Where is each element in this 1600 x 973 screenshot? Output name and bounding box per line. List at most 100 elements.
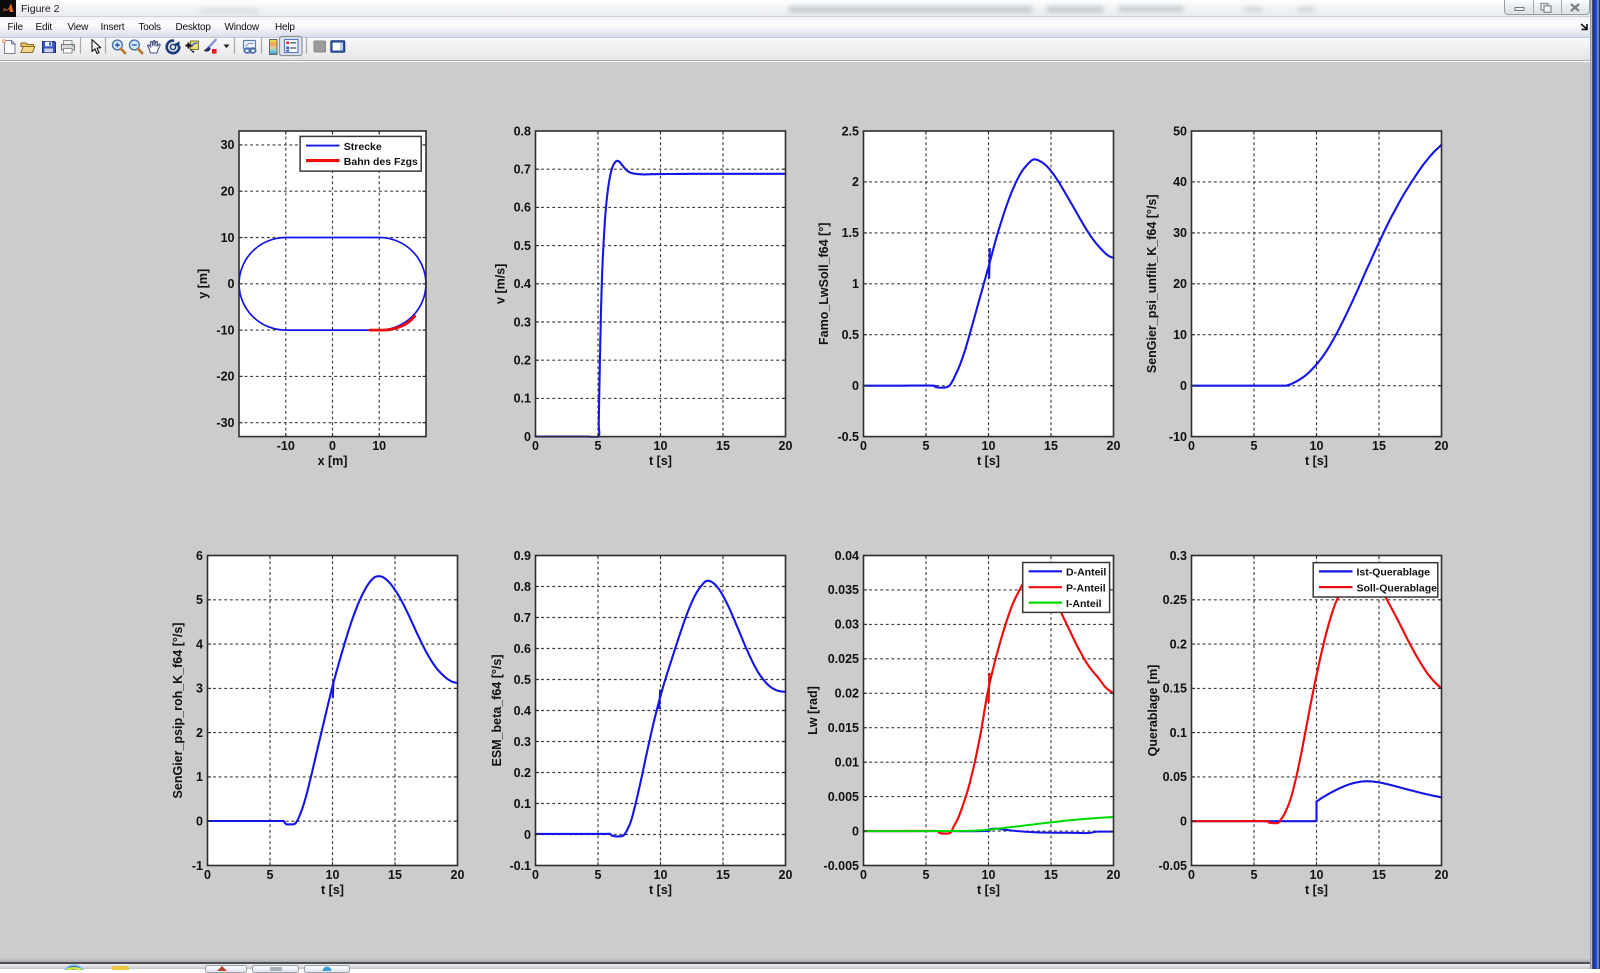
svg-text:x [m]: x [m] xyxy=(318,454,348,468)
svg-text:t [s]: t [s] xyxy=(649,883,672,897)
svg-text:0: 0 xyxy=(852,824,859,838)
svg-text:0: 0 xyxy=(196,815,203,829)
svg-text:t [s]: t [s] xyxy=(977,883,1000,897)
svg-text:0.005: 0.005 xyxy=(828,790,859,804)
svg-text:-0.1: -0.1 xyxy=(509,859,531,873)
svg-text:0: 0 xyxy=(532,868,539,882)
svg-text:15: 15 xyxy=(1372,439,1386,453)
svg-text:5: 5 xyxy=(923,439,930,453)
svg-text:I-Anteil: I-Anteil xyxy=(1066,598,1102,610)
svg-text:0.8: 0.8 xyxy=(514,124,531,138)
svg-text:10: 10 xyxy=(1310,439,1324,453)
svg-text:0.05: 0.05 xyxy=(1163,770,1187,784)
svg-text:-10: -10 xyxy=(1169,430,1187,444)
svg-text:0.5: 0.5 xyxy=(514,239,531,253)
svg-text:0.3: 0.3 xyxy=(514,315,531,329)
svg-text:-10: -10 xyxy=(277,439,295,453)
svg-text:-30: -30 xyxy=(216,416,234,430)
svg-text:-1: -1 xyxy=(192,859,203,873)
svg-text:5: 5 xyxy=(595,868,602,882)
svg-text:t [s]: t [s] xyxy=(321,883,344,897)
svg-text:0.2: 0.2 xyxy=(514,354,531,368)
svg-text:6: 6 xyxy=(196,549,203,563)
svg-text:0.25: 0.25 xyxy=(1163,593,1187,607)
svg-text:4: 4 xyxy=(196,637,203,651)
svg-text:1: 1 xyxy=(196,770,203,784)
svg-text:0: 0 xyxy=(860,868,867,882)
svg-text:10: 10 xyxy=(1310,868,1324,882)
svg-text:0.8: 0.8 xyxy=(514,580,531,594)
svg-text:0: 0 xyxy=(228,277,235,291)
svg-text:10: 10 xyxy=(372,439,386,453)
svg-text:0.6: 0.6 xyxy=(514,642,531,656)
svg-text:0.04: 0.04 xyxy=(835,549,859,563)
svg-text:2.5: 2.5 xyxy=(842,124,859,138)
svg-text:50: 50 xyxy=(1173,124,1187,138)
svg-text:-0.05: -0.05 xyxy=(1159,859,1188,873)
svg-text:15: 15 xyxy=(1372,868,1386,882)
svg-text:Ist-Querablage: Ist-Querablage xyxy=(1357,567,1431,579)
svg-text:0.5: 0.5 xyxy=(842,328,859,342)
svg-text:-0.005: -0.005 xyxy=(824,859,859,873)
svg-text:10: 10 xyxy=(654,868,668,882)
svg-text:30: 30 xyxy=(1173,226,1187,240)
svg-text:1: 1 xyxy=(852,277,859,291)
svg-text:0.9: 0.9 xyxy=(514,549,531,563)
svg-text:0.3: 0.3 xyxy=(514,735,531,749)
svg-text:10: 10 xyxy=(326,868,340,882)
svg-text:5: 5 xyxy=(1251,868,1258,882)
svg-text:20: 20 xyxy=(1435,868,1449,882)
svg-text:5: 5 xyxy=(267,868,274,882)
svg-text:15: 15 xyxy=(388,868,402,882)
svg-text:0: 0 xyxy=(524,828,531,842)
svg-text:20: 20 xyxy=(451,868,465,882)
svg-text:0: 0 xyxy=(860,439,867,453)
svg-text:10: 10 xyxy=(982,868,996,882)
svg-text:0: 0 xyxy=(204,868,211,882)
svg-text:0.6: 0.6 xyxy=(514,201,531,215)
svg-text:-0.5: -0.5 xyxy=(837,430,859,444)
svg-text:Soll-Querablage: Soll-Querablage xyxy=(1357,582,1438,594)
svg-text:SenGier_psi_unfilt_K_f64 [°/s]: SenGier_psi_unfilt_K_f64 [°/s] xyxy=(1145,194,1159,373)
svg-text:0.1: 0.1 xyxy=(514,797,531,811)
svg-text:0.4: 0.4 xyxy=(514,704,531,718)
svg-text:Lw [rad]: Lw [rad] xyxy=(806,686,820,735)
svg-text:y [m]: y [m] xyxy=(196,269,210,299)
svg-text:Bahn des Fzgs: Bahn des Fzgs xyxy=(344,156,418,168)
svg-text:0.7: 0.7 xyxy=(514,611,531,625)
svg-text:0.4: 0.4 xyxy=(514,277,531,291)
svg-text:10: 10 xyxy=(1173,328,1187,342)
svg-text:Famo_LwSoll_f64 [°]: Famo_LwSoll_f64 [°] xyxy=(817,223,831,345)
svg-text:0.1: 0.1 xyxy=(1170,726,1187,740)
svg-text:SenGier_psip_roh_K_f64 [°/s]: SenGier_psip_roh_K_f64 [°/s] xyxy=(171,623,185,799)
svg-text:20: 20 xyxy=(779,868,793,882)
svg-text:10: 10 xyxy=(982,439,996,453)
svg-text:15: 15 xyxy=(1044,868,1058,882)
svg-text:15: 15 xyxy=(716,868,730,882)
svg-text:5: 5 xyxy=(923,868,930,882)
svg-text:0.02: 0.02 xyxy=(835,687,859,701)
svg-text:0: 0 xyxy=(1180,815,1187,829)
svg-text:v [m/s]: v [m/s] xyxy=(494,264,508,304)
svg-text:1.5: 1.5 xyxy=(842,226,859,240)
svg-text:20: 20 xyxy=(1107,868,1121,882)
svg-text:0: 0 xyxy=(1180,379,1187,393)
svg-text:0.7: 0.7 xyxy=(514,163,531,177)
svg-text:0.015: 0.015 xyxy=(828,721,859,735)
svg-text:10: 10 xyxy=(654,439,668,453)
svg-text:0.15: 0.15 xyxy=(1163,682,1187,696)
svg-text:20: 20 xyxy=(1435,439,1449,453)
svg-text:5: 5 xyxy=(595,439,602,453)
svg-text:20: 20 xyxy=(221,185,235,199)
svg-text:0.025: 0.025 xyxy=(828,652,859,666)
svg-text:P-Anteil: P-Anteil xyxy=(1066,582,1106,594)
svg-text:0.3: 0.3 xyxy=(1170,549,1187,563)
svg-text:Strecke: Strecke xyxy=(344,141,382,153)
svg-text:0.035: 0.035 xyxy=(828,583,859,597)
svg-text:5: 5 xyxy=(196,593,203,607)
svg-text:0: 0 xyxy=(852,379,859,393)
svg-text:0: 0 xyxy=(524,430,531,444)
svg-text:0.1: 0.1 xyxy=(514,392,531,406)
svg-text:5: 5 xyxy=(1251,439,1258,453)
svg-text:3: 3 xyxy=(196,682,203,696)
